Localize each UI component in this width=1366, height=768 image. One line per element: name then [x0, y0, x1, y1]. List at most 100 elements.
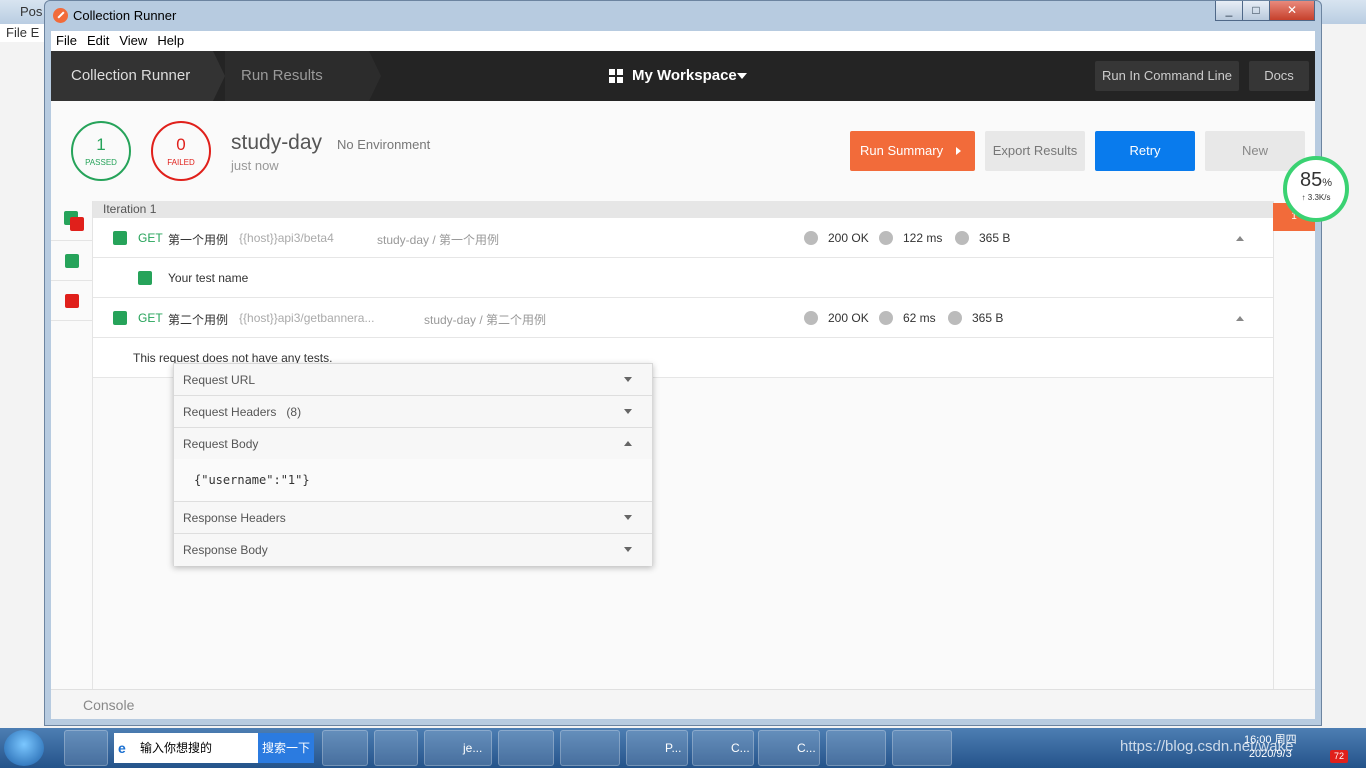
background-menu-edit[interactable]: E: [31, 25, 40, 40]
taskbar-item-postman-runner[interactable]: C...: [692, 730, 754, 766]
run-in-command-line-button[interactable]: Run In Command Line: [1095, 61, 1239, 91]
breadcrumb-collection-runner[interactable]: Collection Runner: [51, 51, 213, 101]
background-menu[interactable]: File E: [0, 24, 44, 42]
perf-speed: ↑ 3.3K/s: [1301, 193, 1331, 202]
run-summary-header: 1 PASSED 0 FAILED study-day No Environme…: [51, 101, 1315, 201]
menu-view[interactable]: View: [114, 31, 152, 51]
taskbar-search-button[interactable]: 搜索一下: [258, 733, 314, 763]
taskbar-clock[interactable]: 16:00 周四 2020/9/3: [1244, 733, 1297, 761]
window-title: Collection Runner: [73, 8, 177, 23]
menu-help[interactable]: Help: [152, 31, 189, 51]
environment-name: No Environment: [337, 137, 431, 152]
run-summary-button[interactable]: Run Summary: [850, 131, 975, 171]
perf-percent: 85: [1299, 169, 1323, 191]
workspace-selector[interactable]: My Workspace: [632, 51, 737, 101]
taskbar-item-snipping[interactable]: [892, 730, 952, 766]
request-headers-count: (8): [286, 405, 302, 419]
ie-icon: e: [118, 740, 126, 756]
taskbar-item-vscode[interactable]: C...: [758, 730, 820, 766]
request-name: 第一个用例: [168, 233, 229, 247]
breadcrumb-run-results[interactable]: Run Results: [241, 51, 371, 101]
request-body-content: {"username":"1"}: [174, 459, 652, 502]
status-dot-icon: [804, 311, 818, 325]
performance-widget[interactable]: 85% ↑ 3.3K/s: [1283, 156, 1349, 222]
response-status: 200 OK: [828, 311, 869, 325]
request-url-section[interactable]: Request URL: [174, 364, 652, 396]
request-url-label: Request URL: [183, 373, 256, 387]
request-headers-label: Request Headers: [183, 405, 277, 419]
clock-time: 16:00 周四: [1244, 734, 1297, 746]
taskbar-search-input[interactable]: 输入你想搜的: [114, 733, 258, 763]
chevron-down-icon[interactable]: [737, 73, 747, 79]
clock-date: 2020/9/3: [1248, 748, 1292, 760]
response-time: 122 ms: [903, 231, 943, 245]
taskbar-item-chrome[interactable]: [560, 730, 620, 766]
chevron-down-icon: [624, 515, 632, 520]
iteration-status-cell[interactable]: [51, 281, 93, 321]
request-url: {{host}}api3/getbannera...: [239, 311, 375, 325]
fail-square-icon: [65, 294, 79, 308]
background-menu-file[interactable]: File: [6, 25, 27, 40]
passed-count: 1: [96, 135, 106, 154]
response-headers-section[interactable]: Response Headers: [174, 502, 652, 534]
size-dot-icon: [948, 311, 962, 325]
chevron-up-icon[interactable]: [1236, 236, 1244, 241]
request-method: GET: [138, 231, 163, 245]
start-button[interactable]: [4, 730, 44, 766]
close-button[interactable]: ✕: [1269, 1, 1315, 21]
background-tab[interactable]: Pos: [0, 2, 44, 22]
response-size: 365 B: [979, 231, 1011, 245]
menu-file[interactable]: File: [51, 31, 82, 51]
chevron-up-icon[interactable]: [1236, 316, 1244, 321]
taskbar-app-icon[interactable]: [322, 730, 368, 766]
response-headers-label: Response Headers: [183, 511, 286, 525]
retry-button[interactable]: Retry: [1095, 131, 1195, 171]
notification-count-badge[interactable]: 72: [1330, 750, 1348, 763]
request-body-section[interactable]: Request Body: [174, 428, 652, 460]
minimize-button[interactable]: _: [1215, 1, 1243, 21]
taskbar-item-cmd[interactable]: [498, 730, 554, 766]
new-button[interactable]: New: [1205, 131, 1305, 171]
time-dot-icon: [879, 231, 893, 245]
response-status: 200 OK: [828, 231, 869, 245]
taskbar-app-icon[interactable]: [374, 730, 418, 766]
failed-label: FAILED: [167, 158, 195, 167]
pass-square-icon: [65, 254, 79, 268]
size-dot-icon: [955, 231, 969, 245]
chevron-down-icon: [624, 547, 632, 552]
taskbar-item-postman[interactable]: P...: [626, 730, 688, 766]
taskbar-item-wechat[interactable]: [826, 730, 886, 766]
workspace-grid-icon: [609, 69, 623, 83]
time-dot-icon: [879, 311, 893, 325]
response-body-label: Response Body: [183, 543, 268, 557]
docs-button[interactable]: Docs: [1249, 61, 1309, 91]
request-path: study-day / 第二个用例: [424, 313, 547, 327]
perf-percent-sign: %: [1322, 177, 1333, 189]
iteration-scroll-strip[interactable]: [1273, 201, 1315, 689]
taskbar-item-folder[interactable]: je...: [424, 730, 492, 766]
request-name: 第二个用例: [168, 313, 229, 327]
menu-edit[interactable]: Edit: [82, 31, 114, 51]
passed-label: PASSED: [85, 158, 117, 167]
maximize-button[interactable]: □: [1242, 1, 1270, 21]
iteration-status-cell[interactable]: [51, 201, 93, 241]
export-results-button[interactable]: Export Results: [985, 131, 1085, 171]
chevron-down-icon: [624, 409, 632, 414]
fail-square-icon: [70, 217, 84, 231]
failed-count: 0: [176, 135, 186, 154]
chevron-up-icon: [624, 441, 632, 446]
response-size: 365 B: [972, 311, 1004, 325]
taskbar-app-icon[interactable]: [64, 730, 108, 766]
iteration-status-cell[interactable]: [51, 241, 93, 281]
collection-name: study-day: [231, 131, 323, 154]
pass-square-icon: [138, 271, 152, 285]
request-headers-section[interactable]: Request Headers (8): [174, 396, 652, 428]
run-time: just now: [231, 158, 279, 173]
response-body-section[interactable]: Response Body: [174, 534, 652, 566]
request-body-label: Request Body: [183, 437, 259, 451]
request-row[interactable]: GET 第二个用例 {{host}}api3/getbannera... stu…: [93, 298, 1273, 338]
pass-square-icon: [113, 311, 127, 325]
topbar: Collection Runner Run Results My Workspa…: [51, 51, 1315, 101]
console-toggle[interactable]: Console: [51, 689, 1315, 719]
request-row[interactable]: GET 第一个用例 {{host}}api3/beta4 study-day /…: [93, 218, 1273, 258]
